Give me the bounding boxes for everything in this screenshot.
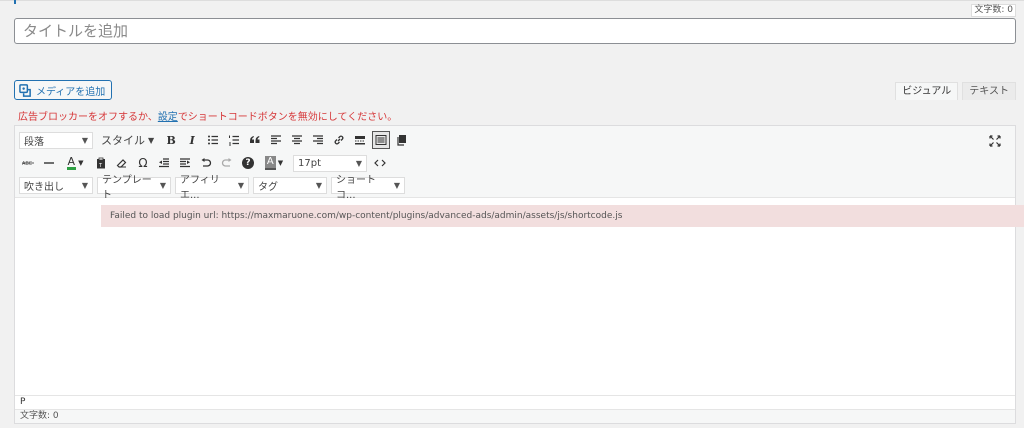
add-media-button[interactable]: メディアを追加 (14, 80, 113, 100)
align-right-button[interactable] (309, 131, 327, 149)
indent-icon (180, 158, 190, 168)
toolbar-toggle-button[interactable] (372, 131, 391, 149)
add-media-label: メディアを追加 (36, 86, 106, 98)
style-dropdown[interactable]: スタイル ▼ (97, 132, 158, 148)
special-character-button[interactable]: Ω (134, 154, 152, 172)
bold-button[interactable]: B (162, 131, 180, 149)
background-color-icon: A (264, 156, 276, 170)
editor-toolbar: 段落 ▼ スタイル ▼ B I ABC A ▼ T Ω ? A ▼ 17pt ▼… (15, 126, 1015, 201)
read-more-icon (355, 136, 366, 145)
chevron-down-icon: ▼ (315, 181, 322, 190)
numbered-list-button[interactable] (225, 131, 243, 149)
paragraph-format-value: 段落 (24, 136, 44, 148)
notice-text-before: 広告ブロッカーをオフするか、 (18, 112, 158, 123)
copy-block-button[interactable] (393, 131, 411, 149)
affiliate-select-value: アフィリエ... (180, 174, 220, 201)
horizontal-line-icon (44, 162, 54, 164)
svg-text:ABC: ABC (22, 161, 33, 167)
outdent-button[interactable] (155, 154, 173, 172)
plugin-load-error: Failed to load plugin url: https://maxma… (101, 205, 1024, 227)
background-color-button[interactable]: A ▼ (260, 154, 288, 172)
paragraph-format-select[interactable]: 段落 ▼ (19, 131, 93, 149)
fullscreen-button[interactable] (986, 132, 1004, 150)
chevron-down-icon: ▼ (148, 135, 155, 145)
style-dropdown-label: スタイル (101, 134, 145, 147)
outdent-icon (159, 158, 169, 168)
adblock-notice: 広告ブロッカーをオフするか、設定でショートコードボタンを無効にしてください。 (18, 108, 397, 123)
editor-mode-tabs: ビジュアル テキスト (895, 82, 1016, 100)
chevron-down-icon: ▼ (81, 181, 88, 190)
strikethrough-button[interactable]: ABC (19, 154, 37, 172)
shortcode-select[interactable]: ショートコ... ▼ (331, 175, 405, 201)
quote-icon (250, 136, 260, 143)
editor-content-area[interactable]: Failed to load plugin url: https://maxma… (15, 198, 1024, 395)
shortcode-select-value: ショートコ... (336, 174, 376, 201)
undo-button[interactable] (197, 154, 215, 172)
chevron-down-icon: ▼ (159, 181, 166, 190)
char-count-top: 文字数: 0 (971, 4, 1016, 17)
chevron-down-icon: ▼ (237, 181, 244, 190)
redo-icon (221, 158, 232, 167)
balloon-select-value: 吹き出し (24, 182, 64, 193)
toolbar-row-2: ABC A ▼ T Ω ? A ▼ 17pt ▼ (19, 154, 392, 172)
template-select[interactable]: テンプレート ▼ (97, 175, 171, 201)
eraser-icon (116, 159, 127, 168)
align-center-icon (292, 135, 303, 145)
kitchen-sink-icon (375, 135, 387, 145)
notice-text-after: でショートコードボタンを無効にしてください。 (177, 112, 398, 123)
element-path[interactable]: P (15, 395, 1015, 409)
editor-char-count: 文字数: 0 (15, 409, 1015, 423)
fullscreen-icon (989, 135, 1001, 147)
font-size-select[interactable]: 17pt ▼ (293, 154, 367, 172)
tag-select-value: タグ (258, 182, 278, 193)
align-left-button[interactable] (267, 131, 285, 149)
chevron-down-icon: ▼ (393, 181, 400, 190)
text-color-button[interactable]: A ▼ (61, 154, 89, 172)
indent-button[interactable] (176, 154, 194, 172)
redo-button[interactable] (218, 154, 236, 172)
copy-icon (397, 135, 407, 146)
code-icon (374, 159, 386, 167)
chevron-down-icon: ▼ (277, 159, 284, 167)
title-input[interactable] (14, 18, 1016, 44)
top-accent-mark (14, 0, 16, 4)
align-center-button[interactable] (288, 131, 306, 149)
chevron-down-icon: ▼ (78, 159, 84, 167)
toolbar-row-3: 吹き出し ▼ テンプレート ▼ アフィリエ... ▼ タグ ▼ ショートコ...… (19, 175, 409, 201)
chevron-down-icon: ▼ (81, 135, 88, 145)
chevron-down-icon: ▼ (355, 158, 362, 168)
affiliate-select[interactable]: アフィリエ... ▼ (175, 175, 249, 201)
paste-text-button[interactable]: T (92, 154, 110, 172)
tab-text[interactable]: テキスト (962, 82, 1016, 100)
italic-button[interactable]: I (183, 131, 201, 149)
align-right-icon (313, 135, 324, 145)
align-left-icon (271, 135, 282, 145)
top-border (0, 0, 1024, 2)
read-more-button[interactable] (351, 131, 369, 149)
tag-select[interactable]: タグ ▼ (253, 177, 327, 194)
tinymce-editor: 段落 ▼ スタイル ▼ B I ABC A ▼ T Ω ? A ▼ 17pt ▼… (14, 125, 1024, 424)
undo-icon (201, 158, 212, 167)
settings-link[interactable]: 設定 (158, 112, 178, 123)
media-icon (19, 83, 31, 97)
code-button[interactable] (371, 154, 389, 172)
clear-formatting-button[interactable] (113, 154, 131, 172)
clipboard-icon: T (97, 157, 105, 169)
strikethrough-icon: ABC (22, 161, 34, 167)
tab-visual[interactable]: ビジュアル (895, 82, 959, 100)
bullet-list-button[interactable] (204, 131, 222, 149)
help-button[interactable]: ? (239, 154, 257, 172)
balloon-select[interactable]: 吹き出し ▼ (19, 177, 93, 194)
text-color-icon: A (66, 155, 77, 170)
horizontal-line-button[interactable] (40, 154, 58, 172)
numbered-list-icon (229, 135, 240, 146)
link-icon (334, 135, 344, 145)
help-icon: ? (242, 157, 254, 169)
font-size-value: 17pt (298, 157, 321, 169)
blockquote-button[interactable] (246, 131, 264, 149)
template-select-value: テンプレート (102, 174, 152, 201)
insert-link-button[interactable] (330, 131, 348, 149)
toolbar-row-1: 段落 ▼ スタイル ▼ B I (19, 131, 414, 149)
bullet-list-icon (208, 135, 219, 145)
